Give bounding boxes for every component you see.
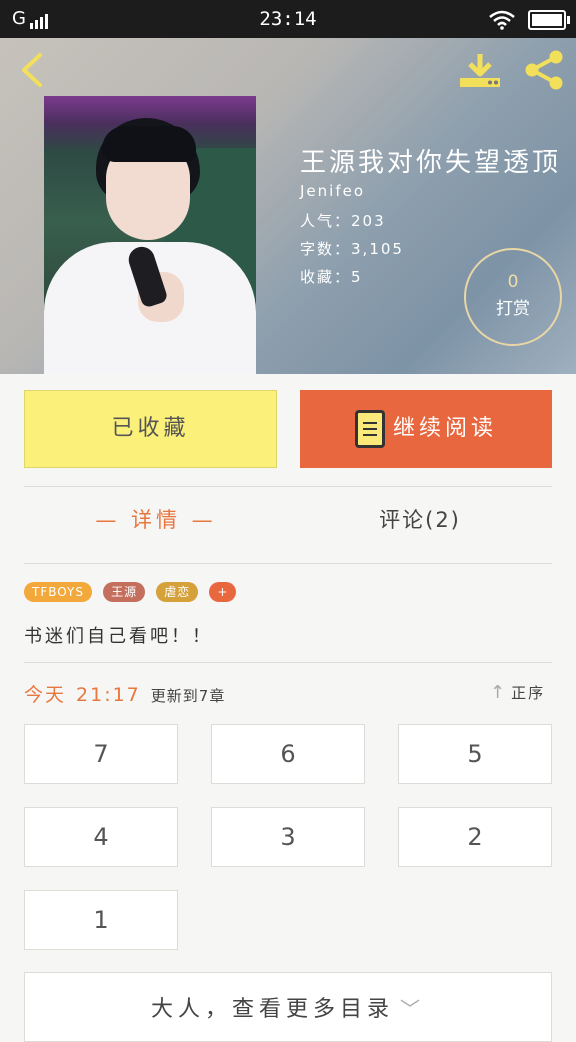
chapter-item[interactable]: 6	[211, 724, 365, 784]
more-chapters-label: 大人，查看更多目录	[150, 997, 394, 1022]
wifi-icon	[489, 10, 515, 30]
update-time: 21:17	[76, 684, 141, 706]
back-icon[interactable]	[16, 52, 52, 88]
status-icons	[489, 9, 570, 30]
sort-up-icon: ↑	[490, 682, 508, 703]
book-icon	[354, 410, 385, 448]
add-tag-button[interactable]: +	[209, 582, 237, 602]
divider	[24, 563, 552, 564]
tab-comments[interactable]: 评论(2)	[288, 504, 552, 534]
collected-button[interactable]: 已收藏	[24, 390, 277, 468]
chapter-item[interactable]: 3	[211, 807, 365, 867]
synopsis: 书迷们自己看吧！！	[24, 626, 213, 647]
popularity-value: 203	[351, 212, 386, 230]
tip-count: 0	[507, 272, 519, 292]
download-icon[interactable]	[458, 50, 502, 90]
tag-wangyuan[interactable]: 王源	[103, 582, 146, 602]
update-info: 今天 21:17 更新到7章	[24, 680, 225, 707]
book-author: Jenifeo	[300, 182, 366, 200]
tip-label: 打赏	[496, 299, 530, 319]
chapter-item[interactable]: 4	[24, 807, 178, 867]
chevron-down-icon: ﹀	[400, 997, 425, 1021]
status-bar: G 23:14	[0, 0, 576, 38]
sort-label: 正序	[511, 684, 546, 702]
chapter-item[interactable]: 5	[398, 724, 552, 784]
share-icon[interactable]	[522, 50, 566, 90]
book-header: 王源我对你失望透顶 Jenifeo 人气：203 字数：3,105 收藏：5 0…	[0, 38, 576, 374]
favorites-stat: 收藏：5	[300, 266, 363, 287]
tag-list: TFBOYS 王源 虐恋 +	[24, 581, 242, 602]
popularity-label: 人气：	[300, 212, 352, 230]
tab-detail[interactable]: — 详情 —	[24, 504, 288, 534]
tag-nuelian[interactable]: 虐恋	[156, 582, 199, 602]
chapter-item[interactable]: 2	[398, 807, 552, 867]
battery-icon	[528, 9, 570, 30]
popularity-stat: 人气：203	[300, 210, 386, 231]
chapter-item[interactable]: 1	[24, 890, 178, 950]
word-count-stat: 字数：3,105	[300, 238, 404, 259]
favorites-label: 收藏：	[300, 268, 352, 286]
divider	[24, 662, 552, 663]
tip-button[interactable]: 0 打赏	[464, 248, 562, 346]
word-count-value: 3,105	[351, 240, 404, 258]
book-title: 王源我对你失望透顶	[300, 148, 562, 178]
word-count-label: 字数：	[300, 240, 352, 258]
continue-reading-label: 继续阅读	[392, 416, 497, 441]
tag-tfboys[interactable]: TFBOYS	[24, 582, 92, 602]
update-note: 更新到7章	[150, 687, 226, 705]
sort-toggle[interactable]: ↑ 正序	[490, 682, 545, 703]
update-day: 今天	[24, 684, 67, 706]
continue-reading-button[interactable]: 继续阅读	[300, 390, 552, 468]
divider	[24, 486, 552, 487]
chapter-item[interactable]: 7	[24, 724, 178, 784]
more-chapters-button[interactable]: 大人，查看更多目录 ﹀	[24, 972, 552, 1042]
favorites-value: 5	[351, 268, 363, 286]
book-cover	[44, 96, 256, 374]
